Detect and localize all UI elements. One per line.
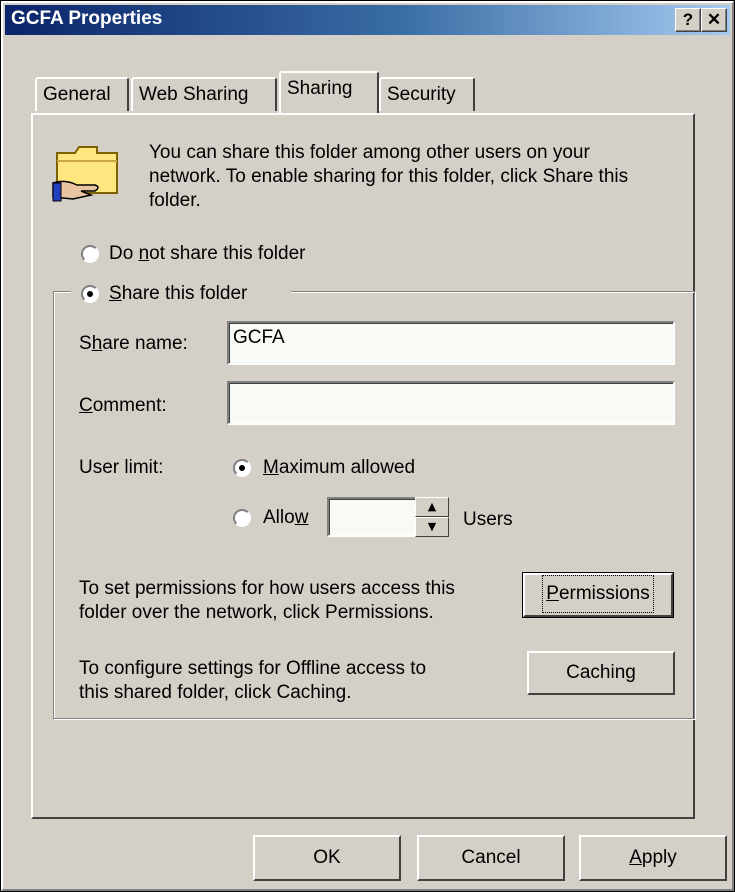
tab-general[interactable]: General [35,77,129,111]
label-part: Allo [263,507,295,528]
tab-web-sharing-label: Web Sharing [139,84,249,105]
close-icon[interactable]: ✕ [701,8,727,32]
permissions-description: To set permissions for how users access … [79,577,455,625]
comment-label: Comment: [79,395,167,417]
label-accel: S [109,283,122,304]
description-line: To configure settings for Offline access… [79,658,427,679]
cancel-button[interactable]: Cancel [417,835,565,881]
label-accel: h [91,333,103,354]
allow-label[interactable]: Allow [263,507,308,529]
label-part: ot share this folder [149,243,306,264]
allow-radio[interactable] [233,509,251,527]
label-accel: C [79,395,93,416]
caching-button[interactable]: Caching [527,651,675,695]
share-name-value: GCFA [233,327,285,348]
description-line: You can share this folder among other us… [149,142,590,163]
label-part: aximum allowed [278,457,416,478]
share-this-folder-label[interactable]: Share this folder [109,283,247,305]
ok-button[interactable]: OK [253,835,401,881]
label-part: omment: [92,395,167,416]
label-accel: P [546,583,559,604]
user-limit-label: User limit: [79,457,164,478]
label-accel: M [263,457,279,478]
allow-users-input[interactable] [327,497,417,537]
properties-dialog: GCFA Properties ? ✕ General Web Sharing … [0,0,735,892]
spin-up-icon[interactable]: ▲ [415,497,449,517]
tab-security[interactable]: Security [379,77,475,111]
tab-web-sharing[interactable]: Web Sharing [131,77,277,111]
title-bar[interactable]: GCFA Properties ? ✕ [5,5,730,35]
caching-description: To configure settings for Offline access… [79,657,426,705]
do-not-share-label[interactable]: Do not share this folder [109,243,305,265]
comment-input[interactable] [227,381,675,425]
label-accel: A [629,847,642,868]
description-line: To set permissions for how users access … [79,578,455,599]
share-this-folder-radio[interactable] [81,285,99,303]
label-accel: w [294,507,309,528]
label-part: are name: [102,333,188,354]
maximum-allowed-radio[interactable] [233,459,251,477]
label-part: hare this folder [121,283,248,304]
apply-button[interactable]: Apply [579,835,727,881]
window-title: GCFA Properties [11,8,163,29]
users-label: Users [463,509,513,530]
shared-folder-icon [52,146,118,202]
share-name-label: Share name: [79,333,188,355]
help-icon[interactable]: ? [675,8,701,32]
tab-sharing-label: Sharing [287,78,353,99]
tab-sharing[interactable]: Sharing [279,71,379,113]
maximum-allowed-label[interactable]: Maximum allowed [263,457,415,479]
do-not-share-radio[interactable] [81,245,99,263]
sharing-description: You can share this folder among other us… [149,141,709,213]
label-accel: n [138,243,150,264]
description-line: folder. [149,190,201,211]
description-line: this shared folder, click Caching. [79,682,352,703]
label-part: Do [109,243,139,264]
share-name-input[interactable]: GCFA [227,321,675,365]
description-line: network. To enable sharing for this fold… [149,166,629,187]
permissions-button[interactable]: Permissions [522,572,674,618]
description-line: folder over the network, click Permissio… [79,602,434,623]
focus-rect: Permissions [542,575,654,613]
tab-security-label: Security [387,84,456,105]
label-part: ermissions [558,583,650,604]
label-part: pply [641,847,677,868]
tab-general-label: General [43,84,111,105]
spin-down-icon[interactable]: ▼ [415,517,449,537]
label-part: S [79,333,92,354]
allow-users-spinner[interactable]: ▲ ▼ [415,497,449,537]
